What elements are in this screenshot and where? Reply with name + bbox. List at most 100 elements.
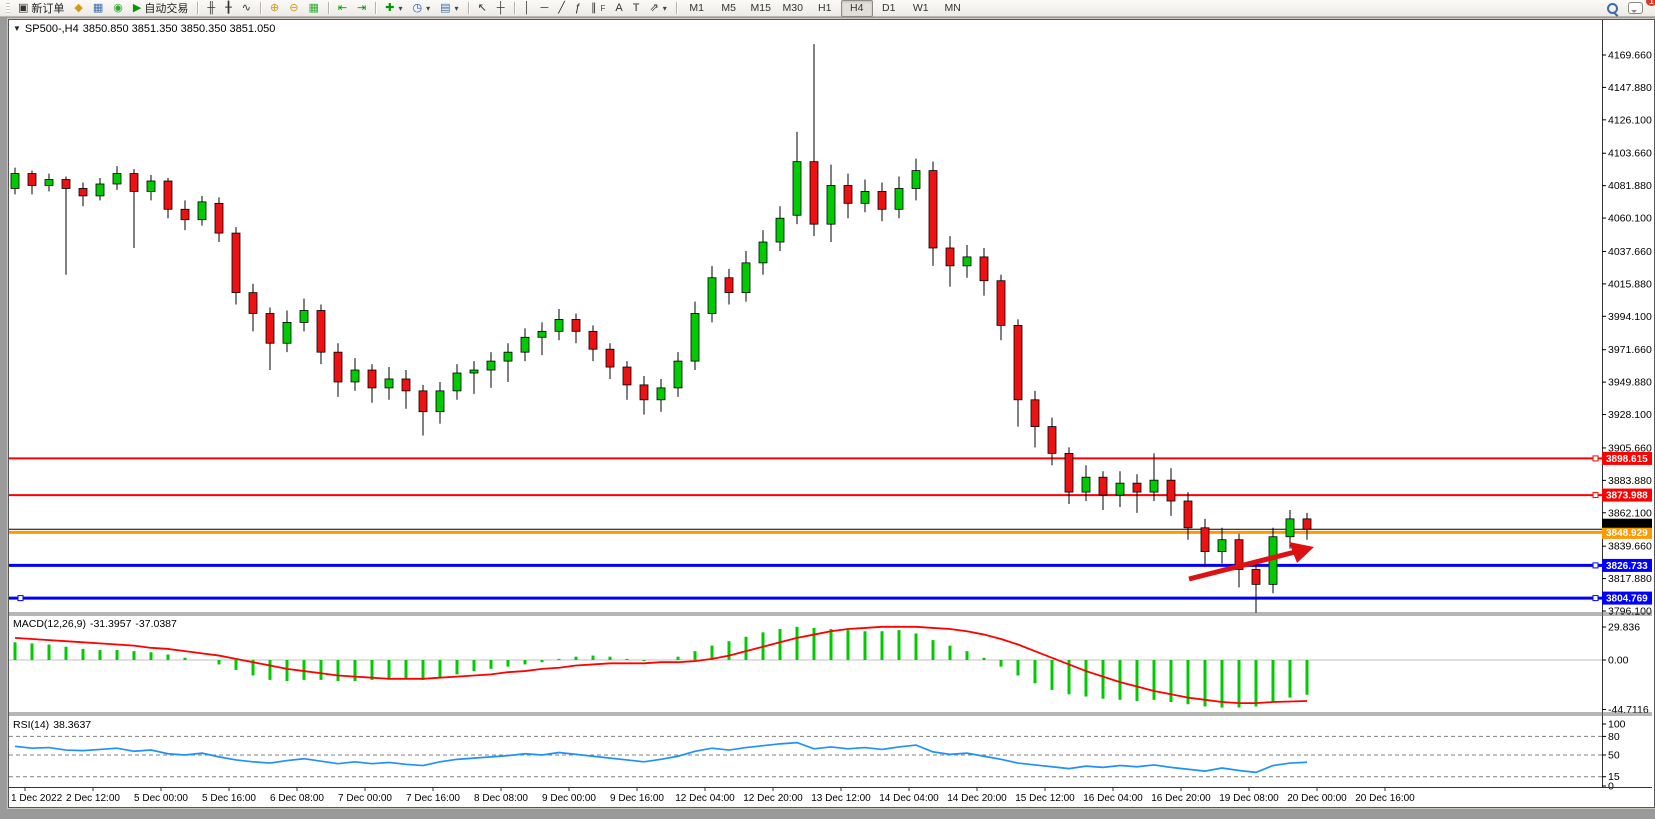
ohlc-quote-label: 3850.850 3851.350 3850.350 3851.050 bbox=[83, 23, 276, 35]
candle-down bbox=[28, 174, 36, 186]
candle-down bbox=[1133, 483, 1141, 492]
candle-down bbox=[334, 352, 342, 382]
rsi-panel bbox=[9, 736, 1602, 776]
timeframe-d1-button[interactable]: D1 bbox=[873, 0, 905, 17]
collapse-triangle-icon[interactable]: ▼ bbox=[13, 24, 21, 33]
label-icon: T bbox=[633, 1, 640, 16]
candles-chart-button[interactable]: ╂ bbox=[220, 0, 237, 17]
timeframe-m1-button[interactable]: M1 bbox=[681, 0, 713, 17]
timeframe-w1-button[interactable]: W1 bbox=[905, 0, 937, 17]
cursor-button[interactable]: ↖ bbox=[473, 0, 492, 17]
time-tick-label: 1 Dec 2022 bbox=[11, 793, 63, 804]
price-tick-label: 4169.660 bbox=[1608, 50, 1652, 62]
candle-down bbox=[1099, 477, 1107, 495]
candle-up bbox=[385, 379, 393, 388]
candle-down bbox=[79, 188, 87, 195]
chart-autoscroll-button[interactable]: ⇤ bbox=[333, 0, 352, 17]
line-chart-icon: ∿ bbox=[242, 1, 251, 16]
toolbar-separator bbox=[375, 2, 376, 14]
candle-up bbox=[538, 331, 546, 337]
text-tool-button[interactable]: A bbox=[610, 0, 627, 17]
channel-label: F bbox=[601, 4, 606, 13]
candle-up bbox=[895, 188, 903, 209]
timeframe-m30-button[interactable]: M30 bbox=[777, 0, 809, 17]
candle-up bbox=[504, 352, 512, 361]
candle-up bbox=[521, 337, 529, 352]
candle-up bbox=[11, 174, 19, 189]
zoom-in-button[interactable]: ⊕ bbox=[265, 0, 284, 17]
line-handle[interactable] bbox=[1593, 596, 1598, 601]
chart-shift-icon: ⇥ bbox=[357, 1, 366, 16]
price-axis[interactable]: 4169.6604147.8804126.1004103.6604081.880… bbox=[1602, 20, 1652, 793]
price-tick-label: 3796.100 bbox=[1608, 606, 1652, 618]
tile-windows-icon: ▦ bbox=[308, 1, 318, 16]
vertical-line-button[interactable]: │ bbox=[519, 0, 536, 17]
add-indicator-button[interactable]: ✚ ▾ bbox=[380, 0, 407, 17]
periods-button[interactable]: ◷ ▾ bbox=[408, 0, 436, 17]
candle-down bbox=[1167, 480, 1175, 501]
timeframe-m15-button[interactable]: M15 bbox=[745, 0, 777, 17]
time-axis[interactable]: 1 Dec 20222 Dec 12:005 Dec 00:005 Dec 16… bbox=[9, 788, 1652, 805]
candle-down bbox=[62, 180, 70, 189]
candle-up bbox=[912, 171, 920, 189]
candle-up bbox=[453, 373, 461, 391]
trendline-button[interactable]: ╱ bbox=[553, 0, 570, 17]
autotrade-icon: ▶ bbox=[133, 1, 141, 16]
fibonacci-button[interactable]: ƒ bbox=[570, 0, 586, 17]
macd-tick-label: -44.7116 bbox=[1608, 704, 1649, 716]
candle-down bbox=[589, 331, 597, 349]
line-handle[interactable] bbox=[1593, 456, 1598, 461]
zoom-out-icon: ⊖ bbox=[289, 1, 298, 16]
price-tick-label: 4037.660 bbox=[1608, 246, 1652, 258]
gold-ingot-icon: ◆ bbox=[74, 1, 82, 16]
new-order-button[interactable]: ▣ 新订单 bbox=[13, 0, 69, 17]
search-button[interactable] bbox=[1602, 0, 1623, 17]
price-tick-label: 3949.880 bbox=[1608, 377, 1652, 389]
symbol-period-label: SP500-,H4 bbox=[25, 23, 79, 35]
horizontal-line-button[interactable]: ─ bbox=[535, 0, 553, 17]
timeframe-mn-button[interactable]: MN bbox=[937, 0, 969, 17]
bars-chart-button[interactable]: ╫ bbox=[202, 0, 220, 17]
timeframe-h4-button[interactable]: H4 bbox=[841, 0, 873, 17]
macd-signal-line bbox=[15, 627, 1307, 703]
toolbar-grip[interactable] bbox=[6, 3, 10, 14]
data-window-button[interactable]: ▦ bbox=[88, 0, 108, 17]
candle-down bbox=[997, 281, 1005, 326]
templates-button[interactable]: ▤ ▾ bbox=[435, 0, 463, 17]
candle-down bbox=[402, 379, 410, 391]
line-chart-button[interactable]: ∿ bbox=[237, 0, 256, 17]
crosshair-button[interactable]: ┼ bbox=[492, 0, 510, 17]
add-indicator-icon: ✚ bbox=[385, 1, 394, 16]
time-tick-label: 20 Dec 16:00 bbox=[1355, 793, 1415, 804]
candle-down bbox=[929, 171, 937, 248]
candle-up bbox=[674, 361, 682, 388]
auto-trading-button[interactable]: ▶ 自动交易 bbox=[128, 0, 193, 17]
notification-badge: 1 bbox=[1646, 0, 1655, 6]
arrows-tool-button[interactable]: ⇗ ▾ bbox=[644, 0, 671, 17]
arrows-icon: ⇗ bbox=[649, 1, 658, 16]
timeframe-h1-button[interactable]: H1 bbox=[809, 0, 841, 17]
label-tool-button[interactable]: T bbox=[628, 0, 645, 17]
time-tick-label: 14 Dec 04:00 bbox=[879, 793, 939, 804]
signals-button[interactable]: ◉ bbox=[108, 0, 128, 17]
candle-down bbox=[980, 257, 988, 281]
line-handle[interactable] bbox=[1593, 493, 1598, 498]
line-handle[interactable] bbox=[18, 596, 23, 601]
line-handle[interactable] bbox=[1593, 563, 1598, 568]
timeframe-m5-button[interactable]: M5 bbox=[713, 0, 745, 17]
time-tick-label: 9 Dec 16:00 bbox=[610, 793, 664, 804]
tile-windows-button[interactable]: ▦ bbox=[303, 0, 323, 17]
chart-window[interactable]: ▼ SP500-,H4 3850.850 3851.350 3850.350 385… bbox=[8, 19, 1655, 808]
time-tick-label: 20 Dec 00:00 bbox=[1287, 793, 1347, 804]
chart-shift-button[interactable]: ⇥ bbox=[352, 0, 371, 17]
search-icon bbox=[1607, 3, 1618, 14]
candle-down bbox=[1065, 453, 1073, 492]
notifications-button[interactable]: 1 bbox=[1623, 0, 1652, 17]
chat-bubble-icon bbox=[1628, 2, 1643, 14]
zoom-out-button[interactable]: ⊖ bbox=[284, 0, 303, 17]
market-watch-button[interactable]: ◆ bbox=[69, 0, 87, 17]
channel-button[interactable]: ∥F bbox=[586, 0, 610, 17]
candle-down bbox=[215, 203, 223, 233]
time-tick-label: 7 Dec 16:00 bbox=[406, 793, 460, 804]
chart-canvas[interactable]: 4169.6604147.8804126.1004103.6604081.880… bbox=[9, 20, 1652, 805]
